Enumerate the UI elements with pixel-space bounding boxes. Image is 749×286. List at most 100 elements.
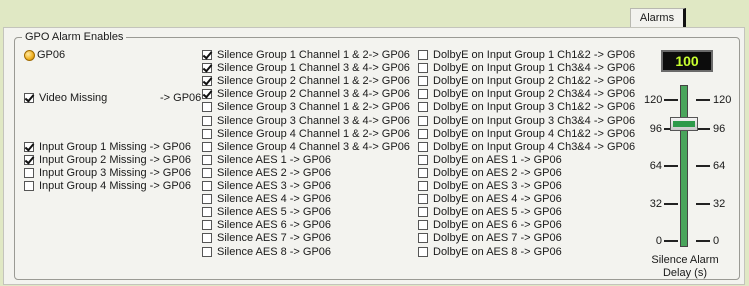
dolbye-group-checkbox-3[interactable] (418, 76, 428, 87)
input-missing-label-2: Input Group 2 Missing -> GP06 (39, 154, 191, 167)
input-missing-checkbox-2[interactable] (24, 155, 34, 166)
dolbye-aes-row-6[interactable]: DolbyE on AES 6 -> GP06 (418, 218, 562, 232)
silence-aes-row-4[interactable]: Silence AES 4 -> GP06 (202, 192, 331, 206)
dolbye-group-label-1: DolbyE on Input Group 1 Ch1&2 -> GP06 (433, 49, 636, 61)
silence-aes-row-6[interactable]: Silence AES 6 -> GP06 (202, 218, 331, 232)
video-missing-checkbox-row[interactable]: Video Missing -> GP06 (24, 91, 201, 105)
delay-tick-mark-left-5 (664, 240, 678, 242)
delay-slider-thumb[interactable] (670, 116, 698, 131)
dolbye-aes-label-1: DolbyE on AES 1 -> GP06 (433, 153, 562, 166)
silence-aes-checkbox-2[interactable] (202, 167, 212, 178)
dolbye-group-row-1[interactable]: DolbyE on Input Group 1 Ch1&2 -> GP06 (418, 48, 635, 62)
dolbye-group-row-5[interactable]: DolbyE on Input Group 3 Ch1&2 -> GP06 (418, 100, 635, 114)
dolbye-aes-checkbox-7[interactable] (418, 233, 428, 244)
dolbye-group-row-2[interactable]: DolbyE on Input Group 1 Ch3&4 -> GP06 (418, 61, 635, 75)
silence-group-label-8: Silence Group 4 Channel 3 & 4-> GP06 (217, 140, 410, 153)
silence-group-checkbox-5[interactable] (202, 102, 212, 113)
dolbye-aes-checkbox-3[interactable] (418, 181, 428, 191)
silence-aes-row-2[interactable]: Silence AES 2 -> GP06 (202, 166, 331, 180)
silence-aes-checkbox-3[interactable] (202, 181, 212, 191)
silence-aes-label-8: Silence AES 8 -> GP06 (217, 245, 332, 258)
silence-group-checkbox-3[interactable] (202, 76, 212, 87)
dolbye-group-checkbox-4[interactable] (418, 89, 428, 100)
dolbye-aes-row-7[interactable]: DolbyE on AES 7 -> GP06 (418, 231, 562, 245)
silence-group-row-6[interactable]: Silence Group 3 Channel 3 & 4-> GP06 (202, 114, 410, 128)
delay-tick-mark-right-5 (696, 240, 710, 242)
dolbye-aes-row-8[interactable]: DolbyE on AES 8 -> GP06 (418, 245, 562, 259)
dolbye-aes-row-5[interactable]: DolbyE on AES 5 -> GP06 (418, 205, 562, 219)
silence-aes-label-5: Silence AES 5 -> GP06 (217, 206, 332, 219)
input-missing-checkbox-3[interactable] (24, 168, 34, 179)
delay-tick-label-left-3: 64 (649, 160, 662, 172)
silence-aes-row-1[interactable]: Silence AES 1 -> GP06 (202, 153, 331, 167)
silence-group-label-5: Silence Group 3 Channel 1 & 2-> GP06 (217, 101, 410, 114)
video-missing-checkbox[interactable] (24, 93, 34, 103)
silence-aes-checkbox-1[interactable] (202, 154, 212, 165)
dolbye-group-row-8[interactable]: DolbyE on Input Group 4 Ch3&4 -> GP06 (418, 140, 635, 154)
silence-aes-label-2: Silence AES 2 -> GP06 (217, 166, 332, 179)
silence-aes-checkbox-7[interactable] (202, 233, 212, 244)
silence-group-row-3[interactable]: Silence Group 2 Channel 1 & 2-> GP06 (202, 74, 410, 88)
delay-tick-mark-right-2 (696, 127, 710, 130)
dolbye-aes-label-8: DolbyE on AES 8 -> GP06 (433, 245, 562, 258)
dolbye-group-checkbox-6[interactable] (418, 115, 428, 126)
dolbye-aes-checkbox-8[interactable] (418, 246, 428, 257)
dolbye-group-label-8: DolbyE on Input Group 4 Ch3&4 -> GP06 (433, 140, 636, 153)
dolbye-aes-label-3: DolbyE on AES 3 -> GP06 (433, 180, 562, 192)
tab-alarms[interactable]: Alarms (630, 8, 686, 27)
input-missing-checkbox-4[interactable] (24, 181, 34, 192)
dolbye-group-label-3: DolbyE on Input Group 2 Ch1&2 -> GP06 (433, 75, 636, 88)
silence-aes-row-8[interactable]: Silence AES 8 -> GP06 (202, 245, 331, 259)
silence-group-checkbox-6[interactable] (202, 115, 212, 126)
input-missing-row-1[interactable]: Input Group 1 Missing -> GP06 (24, 140, 191, 154)
dolbye-aes-checkbox-2[interactable] (418, 167, 428, 178)
dolbye-aes-checkbox-1[interactable] (418, 154, 428, 165)
dolbye-aes-checkbox-6[interactable] (418, 220, 428, 231)
delay-slider-track[interactable] (680, 85, 688, 247)
dolbye-aes-label-4: DolbyE on AES 4 -> GP06 (433, 193, 562, 206)
silence-group-checkbox-4[interactable] (202, 89, 212, 100)
silence-group-row-8[interactable]: Silence Group 4 Channel 3 & 4-> GP06 (202, 140, 410, 154)
input-missing-row-4[interactable]: Input Group 4 Missing -> GP06 (24, 179, 191, 193)
dolbye-group-checkbox-7[interactable] (418, 128, 428, 139)
dolbye-aes-checkbox-5[interactable] (418, 207, 428, 218)
delay-tick-mark-left-3 (664, 165, 678, 167)
input-missing-checkbox-1[interactable] (24, 142, 34, 152)
dolbye-group-label-2: DolbyE on Input Group 1 Ch3&4 -> GP06 (433, 62, 636, 75)
dolbye-aes-checkbox-4[interactable] (418, 194, 428, 205)
input-missing-label-1: Input Group 1 Missing -> GP06 (39, 141, 191, 153)
silence-aes-row-5[interactable]: Silence AES 5 -> GP06 (202, 205, 331, 219)
silence-group-row-1[interactable]: Silence Group 1 Channel 1 & 2-> GP06 (202, 48, 410, 62)
silence-group-row-7[interactable]: Silence Group 4 Channel 1 & 2-> GP06 (202, 127, 410, 141)
dolbye-group-row-6[interactable]: DolbyE on Input Group 3 Ch3&4 -> GP06 (418, 114, 635, 128)
dolbye-aes-row-4[interactable]: DolbyE on AES 4 -> GP06 (418, 192, 562, 206)
input-missing-row-2[interactable]: Input Group 2 Missing -> GP06 (24, 153, 191, 167)
silence-group-label-4: Silence Group 2 Channel 3 & 4-> GP06 (217, 88, 410, 101)
silence-aes-row-7[interactable]: Silence AES 7 -> GP06 (202, 231, 331, 245)
dolbye-group-row-7[interactable]: DolbyE on Input Group 4 Ch1&2 -> GP06 (418, 127, 635, 141)
silence-aes-checkbox-6[interactable] (202, 220, 212, 231)
dolbye-group-checkbox-5[interactable] (418, 102, 428, 113)
dolbye-group-row-3[interactable]: DolbyE on Input Group 2 Ch1&2 -> GP06 (418, 74, 635, 88)
dolbye-group-row-4[interactable]: DolbyE on Input Group 2 Ch3&4 -> GP06 (418, 87, 635, 101)
dolbye-group-label-4: DolbyE on Input Group 2 Ch3&4 -> GP06 (433, 88, 636, 101)
silence-aes-checkbox-5[interactable] (202, 207, 212, 218)
dolbye-aes-row-1[interactable]: DolbyE on AES 1 -> GP06 (418, 153, 562, 167)
silence-group-row-4[interactable]: Silence Group 2 Channel 3 & 4-> GP06 (202, 87, 410, 101)
dolbye-aes-row-3[interactable]: DolbyE on AES 3 -> GP06 (418, 179, 562, 193)
dolbye-group-checkbox-1[interactable] (418, 50, 428, 60)
dolbye-group-checkbox-2[interactable] (418, 63, 428, 74)
silence-aes-row-3[interactable]: Silence AES 3 -> GP06 (202, 179, 331, 193)
silence-group-checkbox-2[interactable] (202, 63, 212, 74)
silence-group-row-2[interactable]: Silence Group 1 Channel 3 & 4-> GP06 (202, 61, 410, 75)
input-missing-row-3[interactable]: Input Group 3 Missing -> GP06 (24, 166, 191, 180)
silence-group-row-5[interactable]: Silence Group 3 Channel 1 & 2-> GP06 (202, 100, 410, 114)
silence-group-checkbox-7[interactable] (202, 128, 212, 139)
silence-aes-checkbox-4[interactable] (202, 194, 212, 205)
video-missing-target: -> GP06 (160, 92, 202, 104)
dolbye-aes-row-2[interactable]: DolbyE on AES 2 -> GP06 (418, 166, 562, 180)
dolbye-group-checkbox-8[interactable] (418, 141, 428, 152)
silence-aes-checkbox-8[interactable] (202, 246, 212, 257)
silence-group-checkbox-1[interactable] (202, 50, 212, 60)
silence-group-checkbox-8[interactable] (202, 141, 212, 152)
